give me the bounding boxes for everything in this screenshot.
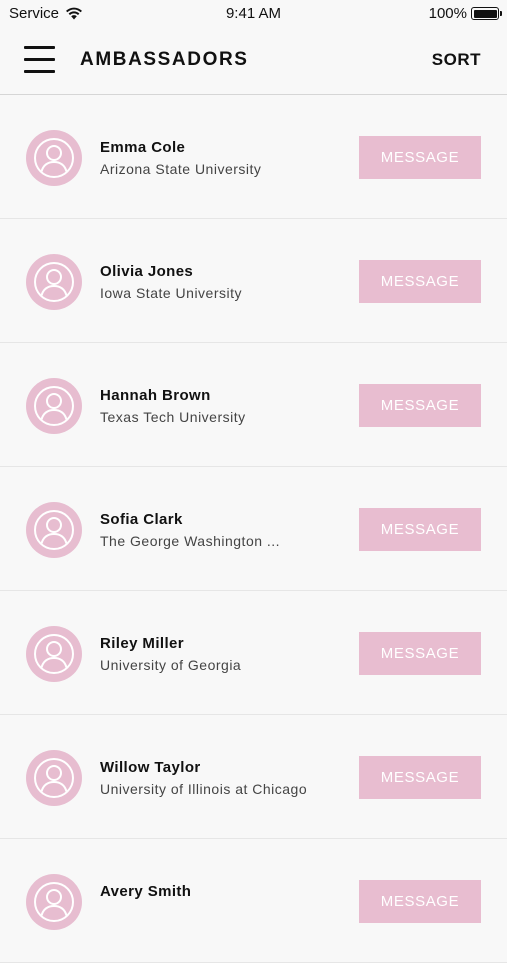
ambassador-list: Emma Cole Arizona State University MESSA… — [0, 95, 507, 963]
ambassador-school: Iowa State University — [100, 285, 242, 301]
message-button[interactable]: MESSAGE — [359, 508, 481, 551]
list-item[interactable]: Emma Cole Arizona State University MESSA… — [0, 95, 507, 219]
list-item[interactable]: Hannah Brown Texas Tech University MESSA… — [0, 343, 507, 467]
message-button[interactable]: MESSAGE — [359, 260, 481, 303]
ambassador-school: University of Georgia — [100, 657, 242, 673]
ambassador-name: Hannah Brown — [100, 387, 211, 404]
sort-button[interactable]: SORT — [432, 50, 481, 70]
nav-bar: AMBASSADORS SORT — [0, 28, 507, 95]
user-profile-icon — [34, 386, 74, 426]
list-item[interactable]: Sofia Clark The George Washington ... ME… — [0, 467, 507, 591]
avatar — [26, 130, 82, 186]
ambassador-school: Arizona State University — [100, 161, 262, 177]
list-item[interactable]: Riley Miller University of Georgia MESSA… — [0, 591, 507, 715]
hamburger-menu-icon[interactable] — [24, 45, 56, 73]
message-button[interactable]: MESSAGE — [359, 632, 481, 675]
user-profile-icon — [34, 882, 74, 922]
ambassador-school: Texas Tech University — [100, 409, 246, 425]
user-profile-icon — [34, 758, 74, 798]
ambassador-name: Willow Taylor — [100, 759, 201, 776]
ambassador-school: The George Washington ... — [100, 533, 281, 549]
avatar — [26, 378, 82, 434]
ambassador-name: Avery Smith — [100, 883, 192, 900]
avatar — [26, 502, 82, 558]
ambassador-name: Riley Miller — [100, 635, 184, 652]
ambassador-school: University of Illinois at Chicago — [100, 781, 308, 797]
battery-icon — [471, 7, 502, 20]
page-title: AMBASSADORS — [80, 49, 249, 70]
user-profile-icon — [34, 634, 74, 674]
list-item[interactable]: Olivia Jones Iowa State University MESSA… — [0, 219, 507, 343]
avatar — [26, 750, 82, 806]
list-item[interactable]: Avery Smith MESSAGE — [0, 839, 507, 963]
message-button[interactable]: MESSAGE — [359, 880, 481, 923]
ambassador-name: Sofia Clark — [100, 511, 183, 528]
user-profile-icon — [34, 262, 74, 302]
message-button[interactable]: MESSAGE — [359, 136, 481, 179]
avatar — [26, 874, 82, 930]
ambassador-name: Emma Cole — [100, 139, 186, 156]
user-profile-icon — [34, 510, 74, 550]
battery-percent: 100% — [428, 5, 467, 22]
avatar — [26, 626, 82, 682]
user-profile-icon — [34, 138, 74, 178]
message-button[interactable]: MESSAGE — [359, 384, 481, 427]
list-item[interactable]: Willow Taylor University of Illinois at … — [0, 715, 507, 839]
message-button[interactable]: MESSAGE — [359, 756, 481, 799]
ambassador-name: Olivia Jones — [100, 263, 194, 280]
status-bar: Service 9:41 AM 100% — [0, 0, 507, 28]
battery-indicator: 100% — [428, 5, 502, 22]
avatar — [26, 254, 82, 310]
